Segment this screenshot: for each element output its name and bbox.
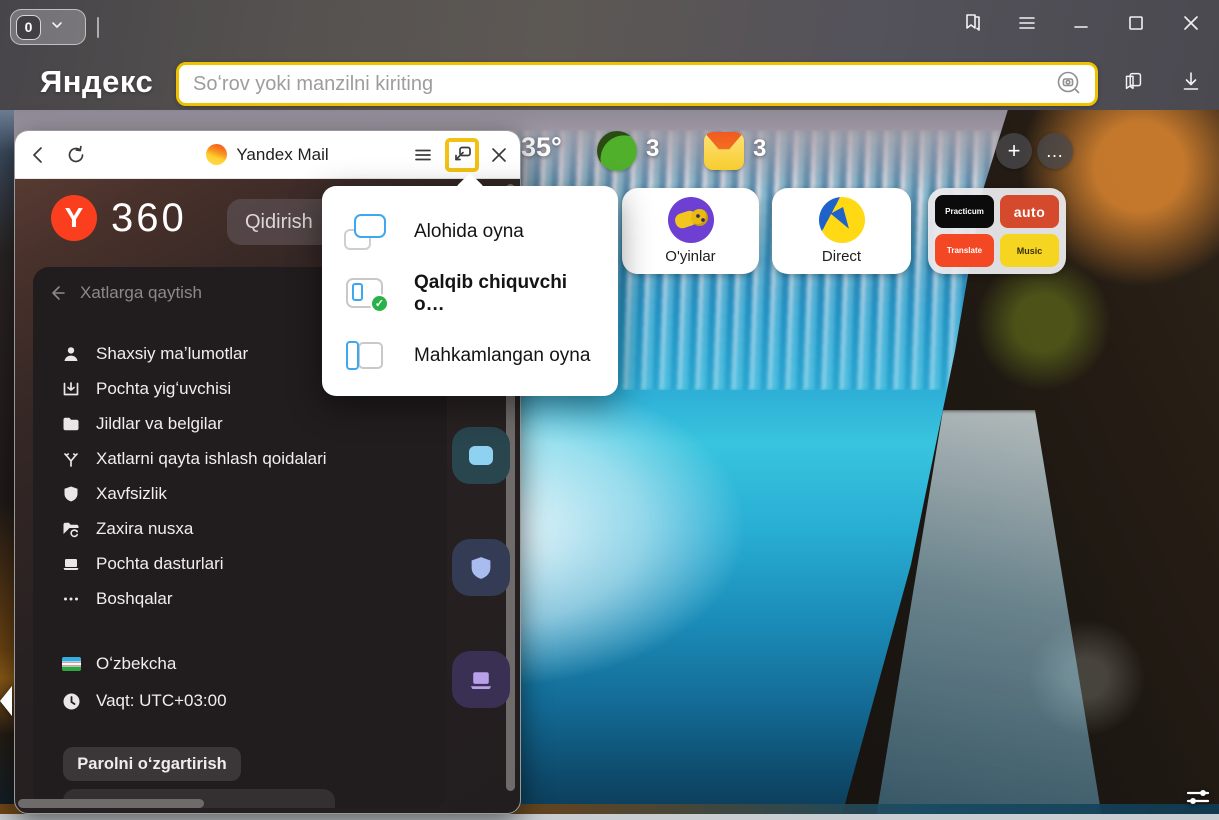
tile-games[interactable]: O'yinlar	[622, 188, 759, 274]
zen-icon[interactable]	[597, 131, 637, 171]
weather-widget[interactable]: 35°	[521, 132, 562, 163]
inbox-download-icon	[61, 380, 81, 398]
bookmarks-panel-icon[interactable]	[960, 10, 986, 36]
menu-item-label: Alohida oyna	[414, 221, 524, 243]
back-to-letters-label: Xatlarga qaytish	[80, 283, 202, 303]
y360-logo-circle: Y	[51, 195, 97, 241]
tile-translate[interactable]: Translate	[935, 234, 994, 267]
maximize-button[interactable]	[1123, 10, 1149, 36]
chevron-down-icon[interactable]	[50, 18, 64, 37]
folder-icon	[61, 415, 81, 433]
zen-count: 3	[646, 135, 659, 163]
timezone-label: Vaqt: UTC+03:00	[96, 691, 227, 711]
menu-item-label: Qalqib chiquvchi o…	[414, 272, 596, 316]
tile-group[interactable]: Practicum auto Translate Music	[928, 188, 1066, 274]
tab-count-badge[interactable]: 0	[16, 15, 41, 40]
content-chip-device	[452, 427, 510, 484]
ellipsis-icon	[61, 590, 81, 608]
browser-chrome: 0 Яндекс	[0, 0, 1219, 110]
direct-icon	[819, 197, 865, 243]
add-tile-button[interactable]: +	[996, 133, 1032, 169]
tab-divider	[97, 17, 99, 38]
tile-practicum[interactable]: Practicum	[935, 195, 994, 228]
pinned-window-icon	[344, 338, 388, 374]
menu-item-pinned-window[interactable]: Mahkamlangan oyna	[344, 328, 596, 384]
selected-check-icon: ✓	[370, 294, 389, 313]
sidebar-item-label: Pochta yigʻuvchisi	[96, 379, 231, 399]
y360-logo: Y 360	[51, 195, 187, 241]
sidebar-item-label: Xavfsizlik	[96, 484, 167, 504]
folder-sync-icon	[61, 520, 81, 538]
language-label: Oʻzbekcha	[96, 654, 176, 674]
sidebar-item-mail-rules[interactable]: Xatlarni qayta ishlash qoidalari	[61, 444, 431, 474]
back-icon[interactable]	[23, 140, 53, 170]
browser-menu-icon[interactable]	[1014, 10, 1040, 36]
mail-count: 3	[753, 135, 766, 163]
clock-icon	[61, 692, 81, 711]
back-to-letters-link[interactable]: Xatlarga qaytish	[47, 283, 202, 303]
content-chip-laptop	[452, 651, 510, 708]
tile-auto[interactable]: auto	[1000, 195, 1059, 228]
y360-logo-number: 360	[111, 196, 187, 241]
tile-label: O'yinlar	[665, 248, 715, 265]
content-chip-shield	[452, 539, 510, 596]
close-button[interactable]	[1178, 10, 1204, 36]
timezone-row[interactable]: Vaqt: UTC+03:00	[61, 686, 431, 716]
menu-item-label: Mahkamlangan oyna	[414, 345, 590, 367]
horizontal-scrollbar-thumb[interactable]	[18, 799, 204, 808]
sidebar-item-others[interactable]: Boshqalar	[61, 584, 431, 614]
sidebar-item-backup[interactable]: Zaxira nusxa	[61, 514, 431, 544]
reload-icon[interactable]	[61, 140, 91, 170]
image-search-icon[interactable]	[1055, 68, 1083, 101]
window-mode-menu: Alohida oyna ✓ Qalqib chiquvchi o… Mahka…	[322, 186, 618, 396]
sidebar-item-label: Shaxsiy maʼlumotlar	[96, 344, 248, 364]
uzbekistan-flag-icon	[61, 657, 81, 671]
sidebar-item-security[interactable]: Xavfsizlik	[61, 479, 431, 509]
yandex-mail-favicon	[206, 144, 227, 165]
popup-window-icon: ✓	[344, 276, 388, 312]
sidebar-item-mail-clients[interactable]: Pochta dasturlari	[61, 549, 431, 579]
games-icon	[668, 197, 714, 243]
person-icon	[61, 345, 81, 363]
tile-music[interactable]: Music	[1000, 234, 1059, 267]
search-input[interactable]	[179, 73, 1055, 96]
minimize-button[interactable]	[1068, 10, 1094, 36]
tile-label: Direct	[822, 248, 861, 265]
background-settings-icon[interactable]	[1185, 786, 1211, 808]
sidebar-item-label: Xatlarni qayta ishlash qoidalari	[96, 449, 327, 469]
branch-icon	[61, 450, 81, 468]
more-options-button[interactable]: …	[1037, 133, 1073, 169]
window-mode-button-highlighted[interactable]	[445, 138, 479, 172]
menu-item-separate-window[interactable]: Alohida oyna	[344, 204, 596, 260]
language-row[interactable]: Oʻzbekcha	[61, 649, 431, 679]
photo-bottom-edge	[0, 814, 1219, 820]
browser-window: 0 Яндекс	[0, 0, 1219, 820]
tile-direct[interactable]: Direct	[772, 188, 911, 274]
laptop-icon	[61, 555, 81, 573]
sidebar-item-label: Boshqalar	[96, 589, 173, 609]
mail-widget-icon[interactable]	[704, 132, 744, 170]
omnibox[interactable]	[176, 62, 1098, 106]
yandex-logo[interactable]: Яндекс	[40, 64, 153, 100]
sidebar-item-label: Jildlar va belgilar	[96, 414, 223, 434]
popup-titlebar: Yandex Mail	[15, 131, 520, 179]
tab-counter-button[interactable]: 0	[10, 9, 86, 45]
sidebar-item-folders-labels[interactable]: Jildlar va belgilar	[61, 409, 431, 439]
sidebar-item-label: Zaxira nusxa	[96, 519, 193, 539]
sidebar-item-label: Pochta dasturlari	[96, 554, 224, 574]
popup-close-icon[interactable]	[484, 140, 514, 170]
downloads-icon[interactable]	[1178, 68, 1204, 94]
change-password-button[interactable]: Parolni oʻzgartirish	[63, 747, 241, 781]
separate-window-icon	[344, 214, 388, 250]
menu-item-popup-window[interactable]: ✓ Qalqib chiquvchi o…	[344, 266, 596, 322]
collections-icon[interactable]	[1120, 68, 1146, 94]
side-panel-handle[interactable]	[0, 686, 12, 716]
popup-title: Yandex Mail	[236, 145, 328, 165]
shield-icon	[61, 485, 81, 503]
popup-menu-icon[interactable]	[408, 140, 438, 170]
